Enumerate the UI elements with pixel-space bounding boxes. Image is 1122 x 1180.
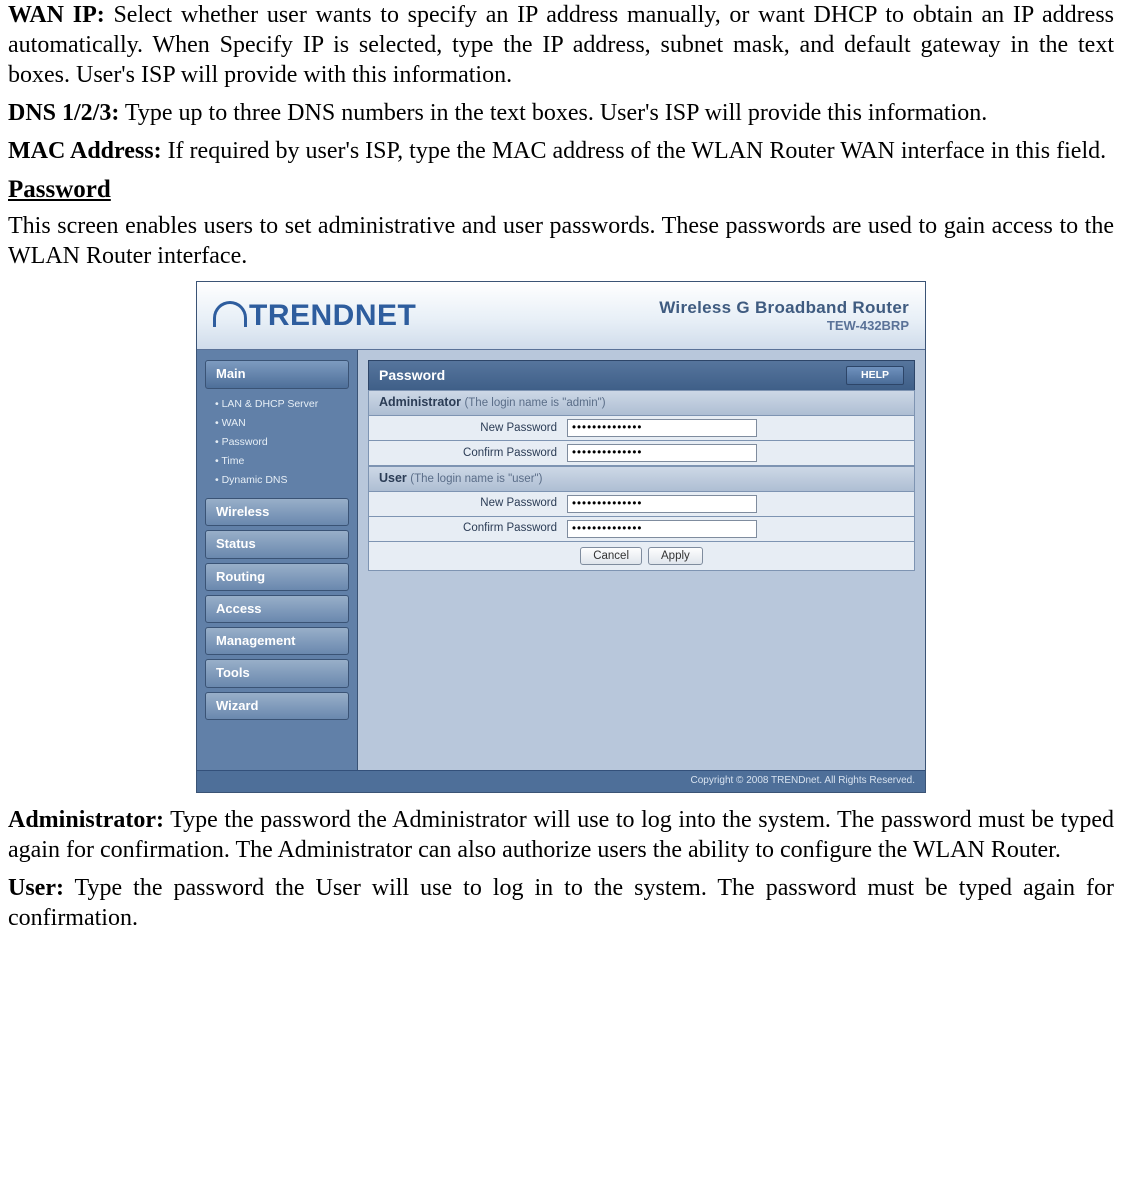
nav-wizard[interactable]: Wizard bbox=[205, 692, 349, 720]
label-admin: Administrator: bbox=[8, 807, 164, 833]
para-dns: DNS 1/2/3: Type up to three DNS numbers … bbox=[8, 98, 1114, 128]
label-admin-newpw: New Password bbox=[377, 421, 567, 435]
header-right: Wireless G Broadband Router TEW-432BRP bbox=[659, 297, 909, 335]
text-mac: If required by user's ISP, type the MAC … bbox=[162, 138, 1107, 164]
group-user-label: User bbox=[379, 471, 407, 485]
nav-wireless[interactable]: Wireless bbox=[205, 498, 349, 526]
logo-arc-icon bbox=[213, 301, 247, 327]
input-admin-confirmpw[interactable] bbox=[567, 444, 757, 462]
para-password-intro: This screen enables users to set adminis… bbox=[8, 211, 1114, 271]
cancel-button[interactable]: Cancel bbox=[580, 547, 642, 565]
nav-sub-wan[interactable]: WAN bbox=[215, 414, 349, 433]
nav-sub-password[interactable]: Password bbox=[215, 433, 349, 452]
para-wan-ip: WAN IP: Select whether user wants to spe… bbox=[8, 0, 1114, 90]
nav-main-subitems: LAN & DHCP Server WAN Password Time Dyna… bbox=[205, 393, 349, 499]
panel-titlebar: Password HELP bbox=[368, 360, 915, 390]
button-row: Cancel Apply bbox=[368, 542, 915, 571]
row-admin-newpw: New Password bbox=[368, 416, 915, 441]
label-user-newpw: New Password bbox=[377, 496, 567, 510]
text-user: Type the password the User will use to l… bbox=[8, 875, 1114, 931]
brand-logo: TRENDNET bbox=[213, 297, 416, 335]
nav-routing[interactable]: Routing bbox=[205, 563, 349, 591]
nav-sub-time[interactable]: Time bbox=[215, 452, 349, 471]
nav-sub-lan-dhcp[interactable]: LAN & DHCP Server bbox=[215, 395, 349, 414]
router-header: TRENDNET Wireless G Broadband Router TEW… bbox=[197, 282, 925, 350]
group-user-header: User (The login name is "user") bbox=[368, 466, 915, 492]
input-user-confirmpw[interactable] bbox=[567, 520, 757, 538]
panel-title: Password bbox=[379, 367, 445, 385]
group-user-note: (The login name is "user") bbox=[410, 473, 542, 485]
nav-status[interactable]: Status bbox=[205, 530, 349, 558]
router-footer: Copyright © 2008 TRENDnet. All Rights Re… bbox=[197, 770, 925, 792]
nav-main[interactable]: Main bbox=[205, 360, 349, 388]
nav-access[interactable]: Access bbox=[205, 595, 349, 623]
group-admin-label: Administrator bbox=[379, 395, 461, 409]
row-admin-confirmpw: Confirm Password bbox=[368, 441, 915, 466]
header-model: TEW-432BRP bbox=[659, 318, 909, 334]
sidebar: Main LAN & DHCP Server WAN Password Time… bbox=[197, 350, 357, 770]
nav-tools[interactable]: Tools bbox=[205, 659, 349, 687]
row-user-confirmpw: Confirm Password bbox=[368, 517, 915, 542]
group-admin-note: (The login name is "admin") bbox=[464, 397, 605, 409]
label-wan-ip: WAN IP: bbox=[8, 2, 105, 28]
header-title: Wireless G Broadband Router bbox=[659, 297, 909, 318]
label-dns: DNS 1/2/3: bbox=[8, 100, 119, 126]
text-admin: Type the password the Administrator will… bbox=[8, 807, 1114, 863]
para-mac: MAC Address: If required by user's ISP, … bbox=[8, 136, 1114, 166]
router-body: Main LAN & DHCP Server WAN Password Time… bbox=[197, 350, 925, 770]
para-user: User: Type the password the User will us… bbox=[8, 873, 1114, 933]
apply-button[interactable]: Apply bbox=[648, 547, 703, 565]
row-user-newpw: New Password bbox=[368, 492, 915, 517]
text-wan-ip: Select whether user wants to specify an … bbox=[8, 2, 1114, 88]
input-user-newpw[interactable] bbox=[567, 495, 757, 513]
router-screenshot: TRENDNET Wireless G Broadband Router TEW… bbox=[8, 281, 1114, 793]
content-pane: Password HELP Administrator (The login n… bbox=[357, 350, 925, 770]
nav-management[interactable]: Management bbox=[205, 627, 349, 655]
input-admin-newpw[interactable] bbox=[567, 419, 757, 437]
label-mac: MAC Address: bbox=[8, 138, 162, 164]
label-admin-confirmpw: Confirm Password bbox=[377, 446, 567, 460]
label-user-confirmpw: Confirm Password bbox=[377, 521, 567, 535]
para-admin: Administrator: Type the password the Adm… bbox=[8, 805, 1114, 865]
label-user: User: bbox=[8, 875, 64, 901]
text-dns: Type up to three DNS numbers in the text… bbox=[119, 100, 987, 126]
brand-text: TRENDNET bbox=[249, 299, 416, 332]
help-button[interactable]: HELP bbox=[846, 366, 904, 385]
router-ui-frame: TRENDNET Wireless G Broadband Router TEW… bbox=[196, 281, 926, 793]
group-admin-header: Administrator (The login name is "admin"… bbox=[368, 390, 915, 416]
heading-password: Password bbox=[8, 174, 1114, 205]
nav-sub-ddns[interactable]: Dynamic DNS bbox=[215, 471, 349, 490]
